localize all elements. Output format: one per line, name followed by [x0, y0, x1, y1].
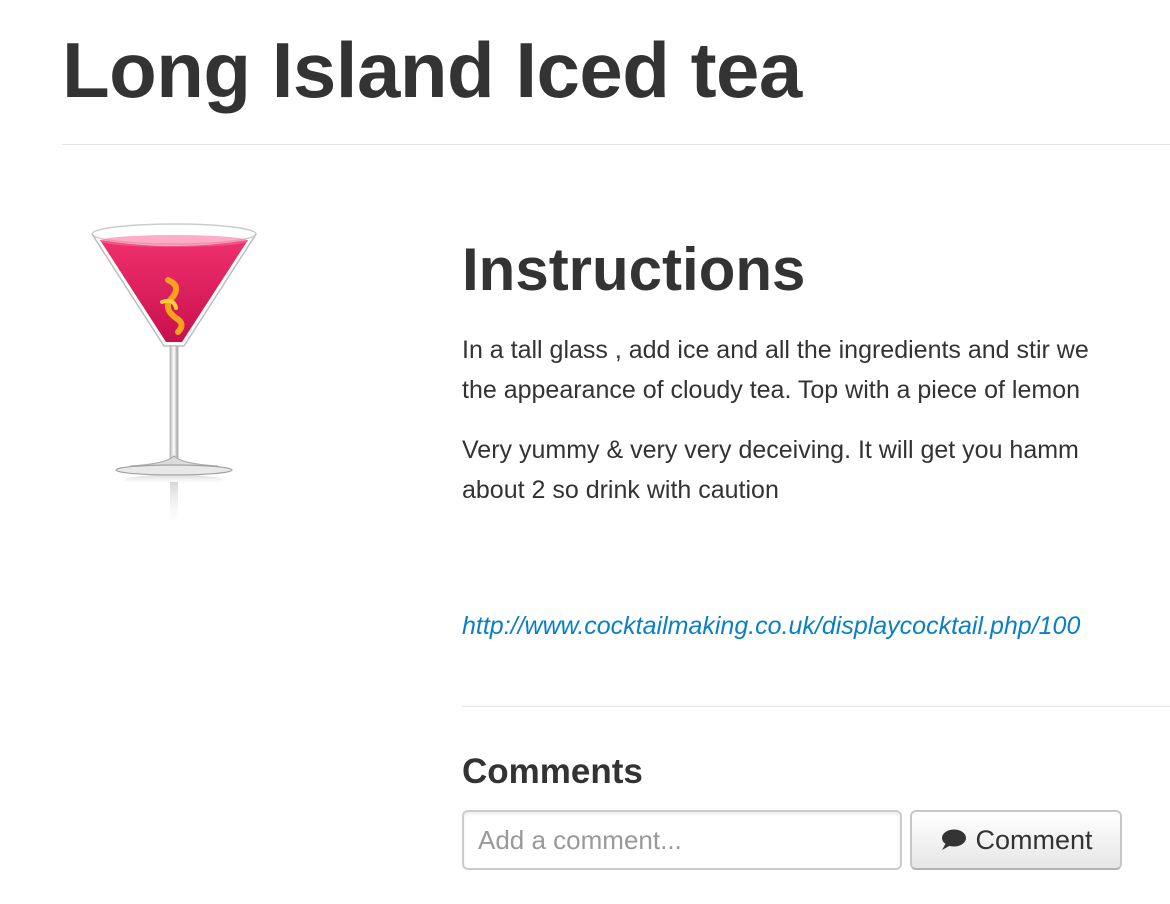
comments-heading: Comments — [462, 752, 643, 791]
comment-input[interactable] — [462, 810, 902, 870]
page-title: Long Island Iced tea — [62, 26, 802, 114]
cocktail-glass-image — [70, 210, 280, 540]
instructions-paragraph-2: Very yummy & very very deceiving. It wil… — [462, 436, 1079, 504]
page: Long Island Iced tea Instructions In a t… — [0, 0, 1170, 904]
instructions-heading: Instructions — [462, 236, 806, 303]
comments-divider — [462, 706, 1170, 707]
instructions-section: Instructions In a tall glass , add ice a… — [462, 230, 1170, 646]
comment-button-label: Comment — [975, 824, 1093, 855]
speech-bubble-icon — [939, 828, 967, 852]
title-divider — [62, 144, 1170, 145]
source-link[interactable]: http://www.cocktailmaking.co.uk/displayc… — [462, 606, 1170, 646]
instructions-paragraph-1: In a tall glass , add ice and all the in… — [462, 336, 1089, 404]
comment-button[interactable]: Comment — [910, 810, 1122, 870]
